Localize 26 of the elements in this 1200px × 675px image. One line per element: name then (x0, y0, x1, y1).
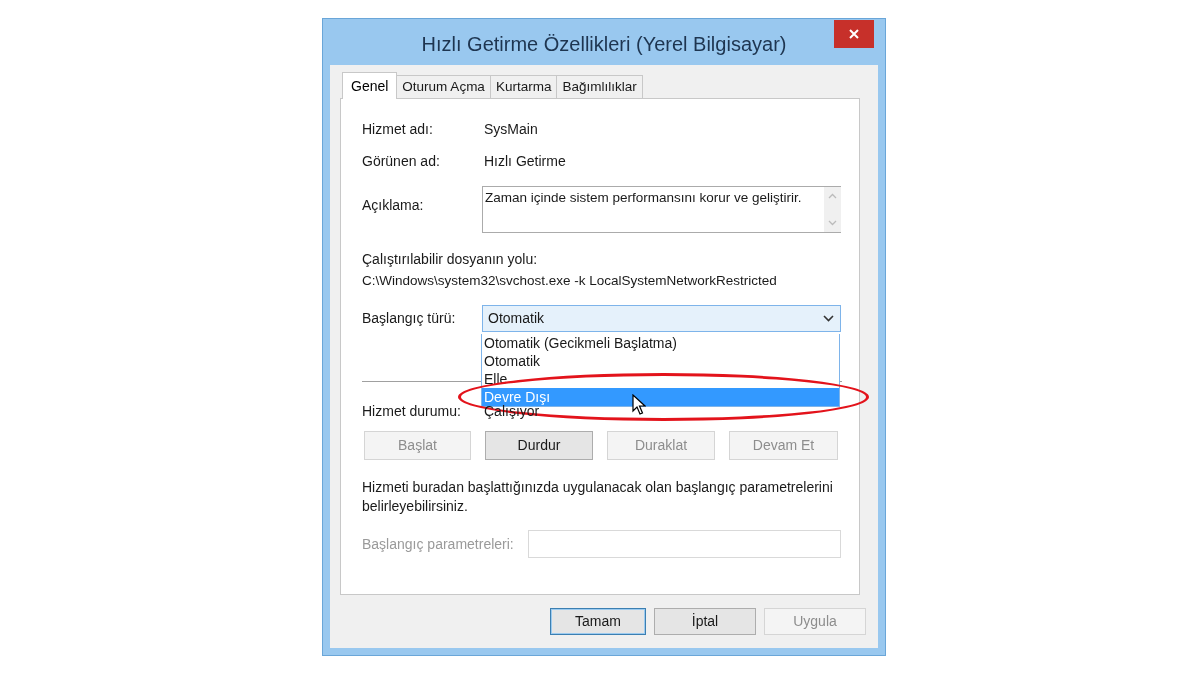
field-value: SysMain (484, 119, 538, 139)
description-text: Zaman içinde sistem performansını korur ve geliştirir. (484, 189, 803, 207)
dialog-button[interactable]: İptal (654, 608, 756, 635)
tab[interactable]: Bağımlılıklar (556, 75, 643, 98)
chevron-down-icon (823, 315, 834, 322)
field-value: Hızlı Getirme (484, 151, 566, 171)
dropdown-option[interactable]: Otomatik (Gecikmeli Başlatma) (482, 334, 839, 352)
scroll-down-icon[interactable] (828, 220, 837, 226)
dialog-button[interactable]: Tamam (550, 608, 646, 635)
field-label: Başlangıç türü: (362, 309, 457, 328)
scroll-up-icon[interactable] (828, 193, 837, 199)
startup-type-dropdown[interactable]: Otomatik (482, 305, 841, 332)
window-title: Hızlı Getirme Özellikleri (Yerel Bilgisayar) (421, 32, 787, 57)
dropdown-option[interactable]: Otomatik (482, 352, 839, 370)
service-button[interactable]: Durdur (485, 431, 593, 460)
field-label: Hizmet durumu: (362, 401, 462, 421)
field-label: Başlangıç parametreleri: (362, 534, 515, 554)
field-label: Açıklama: (362, 196, 425, 215)
close-button[interactable] (834, 20, 874, 48)
tab[interactable]: Genel (342, 72, 398, 99)
field-label: Hizmet adı: (362, 119, 434, 139)
field-label: Görünen ad: (362, 151, 441, 171)
path-text: C:\Windows\system32\svchost.exe -k LocalSystemNetworkRestricted (362, 272, 778, 290)
info-paragraph: Hizmeti buradan başlattığınızda uygulanacak olan başlangıç parametrelerini belirleyebilirsiniz. (362, 478, 834, 516)
path-label: Çalıştırılabilir dosyanın yolu: (362, 250, 539, 269)
close-icon (849, 29, 859, 39)
